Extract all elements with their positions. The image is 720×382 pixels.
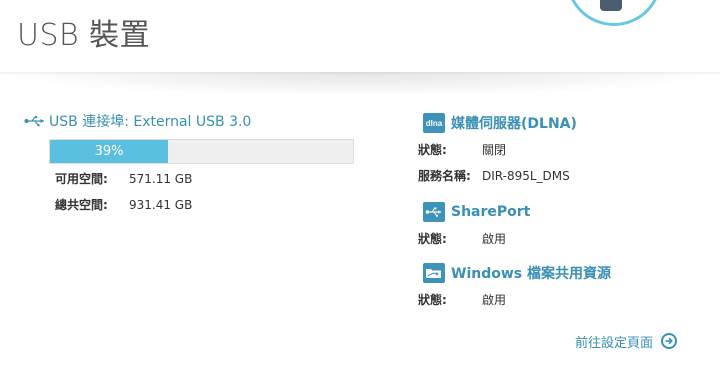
total-space-row: 總共空間: 931.41 GB	[55, 197, 255, 213]
dlna-title: 媒體伺服器(DLNA)	[451, 116, 577, 132]
shareport-icon	[423, 202, 445, 222]
windows-share-title: Windows 檔案共用資源	[451, 266, 611, 282]
shareport-section-title: SharePort	[423, 200, 530, 224]
arrow-right-glyph	[665, 337, 673, 345]
goto-settings-link[interactable]: 前往設定頁面	[575, 331, 678, 351]
page-header: USB 裝置	[0, 0, 720, 74]
dlna-status-label: 狀態:	[418, 143, 447, 157]
windows-share-section-title: Windows 檔案共用資源	[423, 261, 611, 285]
windows-share-icon	[423, 263, 445, 283]
arrow-right-circle-icon[interactable]	[661, 333, 678, 349]
usb-device-circle-icon[interactable]	[566, 0, 662, 26]
shareport-title: SharePort	[451, 204, 531, 220]
windows-share-status-label: 狀態:	[418, 293, 447, 307]
folder-share-glyph	[426, 269, 441, 278]
shareport-usb-glyph	[425, 207, 441, 217]
windows-share-status-row: 狀態: 啟用	[418, 292, 708, 308]
dlna-service-label: 服務名稱:	[418, 169, 471, 183]
free-space-value: 571.11 GB	[129, 172, 193, 186]
shareport-status-label: 狀態:	[418, 232, 447, 246]
header-shadow	[0, 74, 720, 96]
dlna-service-value: DIR-895L_DMS	[482, 169, 570, 183]
dlna-status-row: 狀態: 關閉	[418, 142, 708, 158]
free-space-row: 可用空間: 571.11 GB	[55, 171, 255, 187]
page-title: USB 裝置	[17, 18, 151, 53]
total-space-value: 931.41 GB	[129, 198, 193, 212]
dlna-status-value: 關閉	[482, 143, 507, 157]
storage-usage-text: 39%	[94, 144, 124, 159]
windows-share-status-value: 啟用	[482, 293, 507, 307]
free-space-label: 可用空間:	[55, 172, 108, 186]
usb-connection-label: USB 連接埠: External USB 3.0	[49, 114, 252, 130]
total-space-label: 總共空間:	[55, 198, 108, 212]
usb-drive-icon	[600, 0, 622, 11]
usb-device-page: USB 裝置 USB 連接埠: External USB 3.0 39% 可用空…	[0, 0, 720, 382]
usb-connection: USB 連接埠: External USB 3.0	[24, 110, 251, 132]
dlna-section-title: dlna 媒體伺服器(DLNA)	[423, 111, 577, 135]
goto-settings-label[interactable]: 前往設定頁面	[575, 332, 653, 351]
storage-usage-bar: 39%	[49, 139, 354, 164]
usb-icon	[24, 116, 44, 127]
dlna-icon: dlna	[423, 113, 445, 133]
dlna-service-row: 服務名稱: DIR-895L_DMS	[418, 168, 708, 184]
shareport-status-value: 啟用	[482, 232, 507, 246]
shareport-status-row: 狀態: 啟用	[418, 231, 708, 247]
